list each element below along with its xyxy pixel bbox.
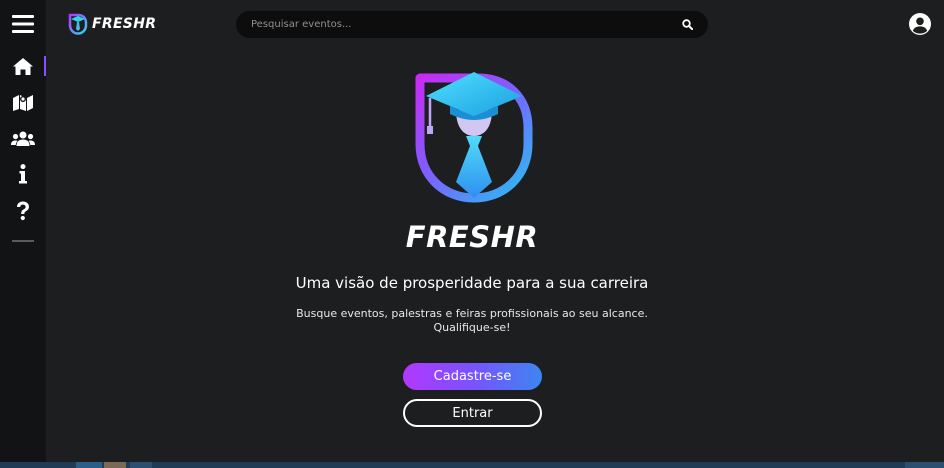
search-input[interactable] — [236, 11, 656, 38]
freshr-emblem-icon — [415, 72, 533, 203]
sidebar-item-home[interactable] — [0, 52, 46, 80]
search-bar — [236, 11, 708, 38]
os-taskbar — [0, 462, 944, 468]
brand-logo[interactable]: FRESHR — [68, 12, 156, 36]
taskbar-item[interactable] — [104, 462, 126, 468]
sidebar-item-map[interactable] — [0, 88, 46, 116]
user-account-button[interactable] — [909, 13, 931, 35]
brand-name: FRESHR — [92, 16, 157, 32]
user-circle-icon — [909, 13, 931, 35]
map-icon — [13, 95, 33, 111]
taskbar-tray[interactable] — [905, 462, 944, 468]
sidebar-divider — [12, 240, 34, 242]
sidebar-item-community[interactable] — [0, 124, 46, 152]
question-icon — [17, 201, 29, 221]
freshr-logo-icon — [68, 13, 88, 35]
signup-button[interactable]: Cadastre-se — [403, 363, 542, 390]
hero-brand-name: FRESHR — [405, 220, 539, 254]
taskbar-item[interactable] — [76, 462, 102, 468]
hero-description: Busque eventos, palestras e feiras profi… — [262, 307, 682, 335]
sidebar-item-help[interactable] — [0, 197, 46, 225]
login-button[interactable]: Entrar — [403, 399, 542, 427]
search-icon — [681, 18, 693, 30]
users-icon — [11, 131, 35, 146]
hero-description-line-1: Busque eventos, palestras e feiras profi… — [296, 307, 648, 320]
sidebar-item-info[interactable] — [0, 160, 46, 188]
hero-tagline: Uma visão de prosperidade para a sua car… — [295, 274, 649, 292]
search-button[interactable] — [680, 17, 694, 31]
hero-description-line-2: Qualifique-se! — [433, 321, 511, 334]
menu-toggle-button[interactable] — [0, 10, 46, 38]
sidebar — [0, 0, 46, 462]
taskbar-item[interactable] — [130, 462, 152, 468]
info-icon — [19, 164, 27, 184]
home-icon — [13, 57, 33, 75]
hamburger-menu-icon — [12, 15, 34, 33]
